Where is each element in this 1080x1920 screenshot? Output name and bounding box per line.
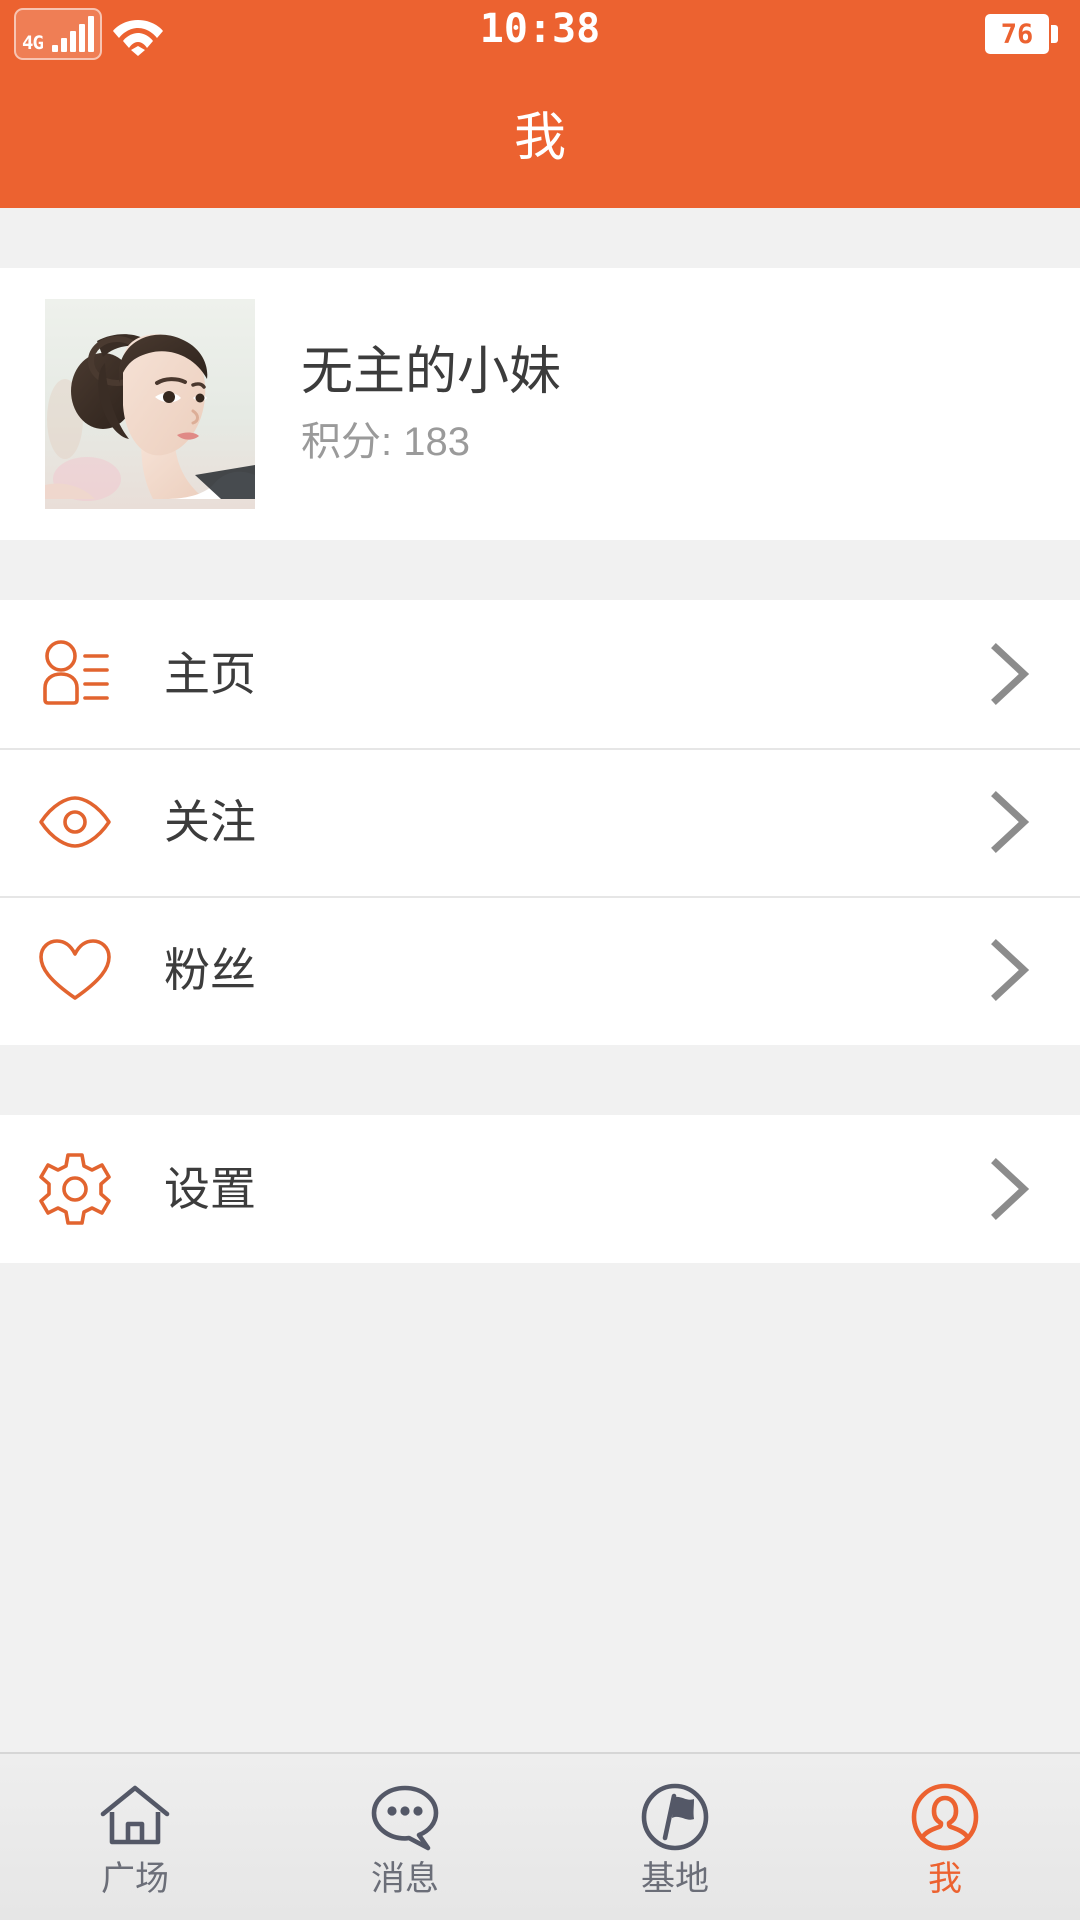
menu-item-homepage[interactable]: 主页: [0, 600, 1080, 748]
tab-me[interactable]: 我: [810, 1754, 1080, 1920]
gear-icon: [32, 1146, 118, 1232]
app-root: 4G 10:38 76 我 无主的小妹 积分: 183 主页 关注 粉丝 设置 …: [0, 0, 1080, 1920]
tab-label: 消息: [371, 1860, 439, 1898]
chevron-right-icon: [988, 1157, 1032, 1221]
chevron-right-icon: [988, 642, 1032, 706]
page-header: 我: [0, 68, 1080, 208]
tab-label: 我: [928, 1860, 962, 1898]
user-name: 无主的小妹: [301, 343, 562, 402]
tab-plaza[interactable]: 广场: [0, 1754, 270, 1920]
profile-text: 无主的小妹 积分: 183: [301, 343, 561, 465]
battery-tip: [1051, 25, 1058, 43]
tab-messages[interactable]: 消息: [270, 1754, 540, 1920]
user-points: 积分: 183: [301, 419, 470, 464]
spacer-between-groups: [0, 1045, 1080, 1115]
menu-group-profile: 主页 关注 粉丝: [0, 600, 1080, 1045]
home-icon: [96, 1778, 174, 1856]
flag-circle-icon: [636, 1778, 714, 1856]
status-bar-clock: 10:38: [479, 6, 601, 52]
battery-icon: 76: [985, 14, 1058, 54]
chevron-right-icon: [988, 790, 1032, 854]
chat-bubble-icon: [366, 1778, 444, 1856]
menu-item-settings[interactable]: 设置: [0, 1115, 1080, 1263]
avatar[interactable]: [45, 299, 255, 509]
tab-label: 广场: [101, 1860, 169, 1898]
tab-base[interactable]: 基地: [540, 1754, 810, 1920]
battery-level-label: 76: [1000, 18, 1034, 50]
spacer-below-header: [0, 208, 1080, 268]
menu-item-label: 关注: [164, 796, 256, 848]
menu-group-settings: 设置: [0, 1115, 1080, 1263]
user-circle-icon: [906, 1778, 984, 1856]
status-bar: 4G 10:38 76: [0, 0, 1080, 68]
page-title: 我: [513, 109, 566, 167]
eye-icon: [32, 779, 118, 865]
chevron-right-icon: [988, 938, 1032, 1002]
spacer-bottom: [0, 1263, 1080, 1752]
menu-item-label: 主页: [164, 648, 256, 700]
menu-item-fans[interactable]: 粉丝: [0, 896, 1080, 1044]
bottom-tab-bar: 广场 消息 基地 我: [0, 1752, 1080, 1920]
menu-item-label: 粉丝: [164, 944, 256, 996]
tab-label: 基地: [641, 1860, 709, 1898]
menu-item-following[interactable]: 关注: [0, 748, 1080, 896]
heart-icon: [32, 927, 118, 1013]
profile-card[interactable]: 无主的小妹 积分: 183: [0, 268, 1080, 540]
spacer-below-profile: [0, 540, 1080, 600]
menu-item-label: 设置: [164, 1163, 256, 1215]
user-list-icon: [32, 631, 118, 717]
